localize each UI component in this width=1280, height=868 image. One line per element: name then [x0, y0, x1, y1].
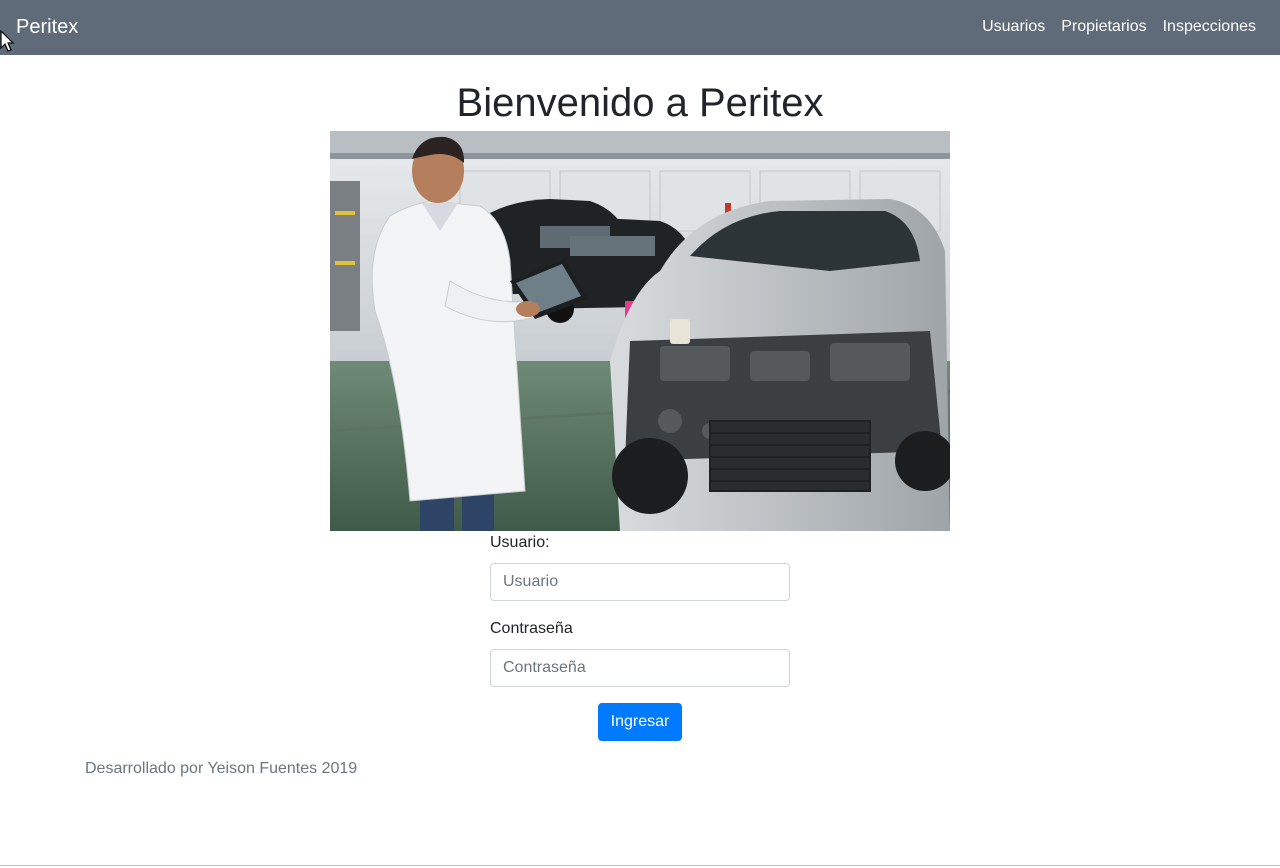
- page-title: Bienvenido a Peritex: [456, 81, 824, 125]
- password-label: Contraseña: [490, 620, 573, 637]
- user-label: Usuario:: [490, 534, 550, 551]
- nav-link-propietarios[interactable]: Propietarios: [1053, 16, 1154, 38]
- bottom-divider: [0, 865, 1280, 866]
- login-submit-button[interactable]: Ingresar: [598, 703, 682, 741]
- navbar: Peritex Usuarios Propietarios Inspeccion…: [0, 0, 1280, 55]
- mouse-cursor-icon: [0, 30, 14, 52]
- footer-credit: Desarrollado por Yeison Fuentes 2019: [85, 760, 358, 777]
- user-input[interactable]: [490, 563, 790, 601]
- nav-links: Usuarios Propietarios Inspecciones: [974, 16, 1264, 38]
- garage-photo-illustration: [330, 131, 950, 531]
- nav-link-usuarios[interactable]: Usuarios: [974, 16, 1053, 38]
- nav-link-inspecciones[interactable]: Inspecciones: [1155, 16, 1264, 38]
- hero-image: [330, 131, 950, 531]
- brand-link[interactable]: Peritex: [16, 14, 78, 40]
- password-input[interactable]: [490, 649, 790, 687]
